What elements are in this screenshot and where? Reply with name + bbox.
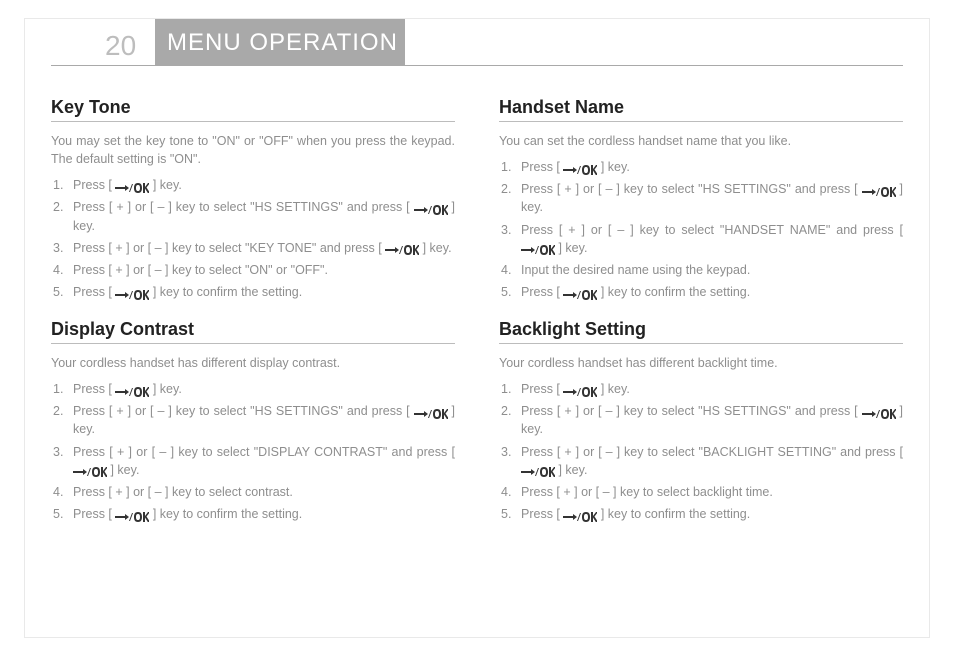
menu-ok-icon <box>115 509 149 519</box>
step-item: Press [ ] key to confirm the setting. <box>499 505 903 523</box>
section-title: Display Contrast <box>51 319 455 344</box>
step-item: Press [ + ] or [ – ] key to select "DISP… <box>51 443 455 479</box>
step-item: Press [ + ] or [ – ] key to select "HS S… <box>51 198 455 234</box>
menu-ok-icon <box>414 406 448 416</box>
step-item: Press [ + ] or [ – ] key to select "HS S… <box>499 402 903 438</box>
menu-ok-icon <box>73 464 107 474</box>
section-title: Handset Name <box>499 97 903 122</box>
step-item: Press [ ] key to confirm the setting. <box>51 505 455 523</box>
page-header: 20 MENU OPERATION <box>25 19 929 77</box>
step-item: Press [ + ] or [ – ] key to select "ON" … <box>51 261 455 279</box>
step-item: Press [ ] key. <box>499 158 903 176</box>
header-title: MENU OPERATION <box>167 29 398 57</box>
section-backlight-setting: Backlight Setting Your cordless handset … <box>499 319 903 523</box>
step-list: Press [ ] key. Press [ + ] or [ – ] key t… <box>499 380 903 523</box>
step-list: Press [ ] key. Press [ + ] or [ – ] key t… <box>499 158 903 301</box>
menu-ok-icon <box>563 384 597 394</box>
step-item: Press [ ] key. <box>51 380 455 398</box>
step-item: Press [ ] key. <box>51 176 455 194</box>
step-item: Press [ + ] or [ – ] key to select "HS S… <box>499 180 903 216</box>
step-item: Input the desired name using the keypad. <box>499 261 903 279</box>
menu-ok-icon <box>115 287 149 297</box>
section-display-contrast: Display Contrast Your cordless handset h… <box>51 319 455 523</box>
step-item: Press [ + ] or [ – ] key to select "BACK… <box>499 443 903 479</box>
section-title: Backlight Setting <box>499 319 903 344</box>
menu-ok-icon <box>115 384 149 394</box>
step-item: Press [ + ] or [ – ] key to select "HS S… <box>51 402 455 438</box>
menu-ok-icon <box>521 464 555 474</box>
section-title: Key Tone <box>51 97 455 122</box>
step-list: Press [ ] key. Press [ + ] or [ – ] key t… <box>51 176 455 301</box>
page-frame: 20 MENU OPERATION Key Tone You may set t… <box>24 18 930 638</box>
menu-ok-icon <box>414 202 448 212</box>
left-column: Key Tone You may set the key tone to "ON… <box>51 97 455 617</box>
step-item: Press [ ] key. <box>499 380 903 398</box>
step-item: Press [ ] key to confirm the setting. <box>51 283 455 301</box>
step-list: Press [ ] key. Press [ + ] or [ – ] key t… <box>51 380 455 523</box>
section-intro: Your cordless handset has different disp… <box>51 354 455 372</box>
section-key-tone: Key Tone You may set the key tone to "ON… <box>51 97 455 301</box>
menu-ok-icon <box>115 180 149 190</box>
menu-ok-icon <box>385 242 419 252</box>
step-item: Press [ + ] or [ – ] key to select "HAND… <box>499 221 903 257</box>
section-intro: Your cordless handset has different back… <box>499 354 903 372</box>
menu-ok-icon <box>862 184 896 194</box>
step-item: Press [ + ] or [ – ] key to select "KEY … <box>51 239 455 257</box>
menu-ok-icon <box>521 242 555 252</box>
header-rule <box>51 65 903 66</box>
step-item: Press [ + ] or [ – ] key to select contr… <box>51 483 455 501</box>
content-area: Key Tone You may set the key tone to "ON… <box>51 97 903 617</box>
menu-ok-icon <box>563 162 597 172</box>
step-item: Press [ + ] or [ – ] key to select backl… <box>499 483 903 501</box>
step-item: Press [ ] key to confirm the setting. <box>499 283 903 301</box>
menu-ok-icon <box>862 406 896 416</box>
section-intro: You may set the key tone to "ON" or "OFF… <box>51 132 455 168</box>
page-number: 20 <box>105 30 136 62</box>
menu-ok-icon <box>563 509 597 519</box>
section-handset-name: Handset Name You can set the cordless ha… <box>499 97 903 301</box>
section-intro: You can set the cordless handset name th… <box>499 132 903 150</box>
menu-ok-icon <box>563 287 597 297</box>
right-column: Handset Name You can set the cordless ha… <box>499 97 903 617</box>
header-tab: MENU OPERATION <box>155 19 405 66</box>
